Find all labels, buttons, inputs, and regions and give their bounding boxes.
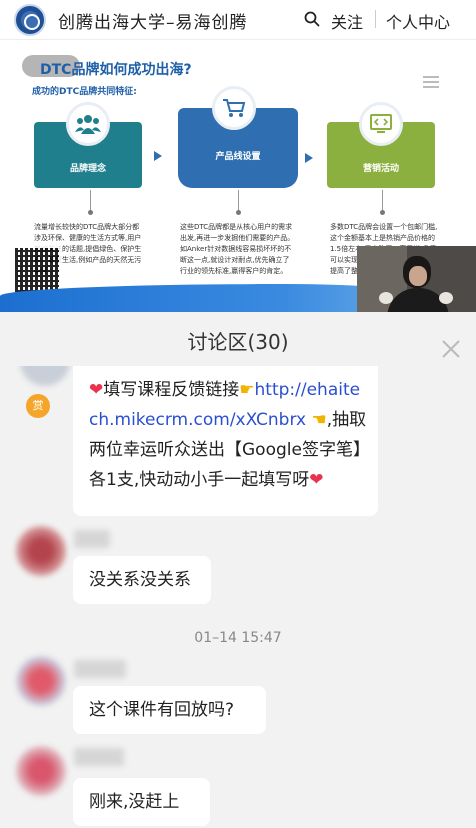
- search-icon[interactable]: [304, 11, 320, 27]
- card-label: 品牌理念: [69, 164, 106, 174]
- message-text: 填写课程反馈链接: [103, 380, 240, 400]
- avatar[interactable]: [16, 526, 66, 576]
- university-logo-icon[interactable]: [14, 4, 46, 36]
- top-header: 创腾出海大学–易海创腾 关注 个人中心: [0, 0, 476, 40]
- slide-column-text: 这些DTC品牌都是从核心用户的需求出发,再进一步发掘他们需要的产品。如Anker…: [180, 223, 295, 275]
- close-icon[interactable]: [440, 338, 462, 360]
- chat-message: 这个课件有回放吗?: [73, 686, 266, 734]
- avatar[interactable]: [16, 656, 66, 706]
- personal-center-link[interactable]: 个人中心: [386, 9, 450, 33]
- pointing-hand-icon: ☛: [239, 380, 255, 400]
- connector-line: [382, 190, 383, 212]
- timestamp: 01–14 15:47: [194, 630, 282, 646]
- heart-icon: ❤: [89, 380, 104, 400]
- chat-message: 刚来,没赶上: [73, 778, 210, 826]
- chat-message: ❤填写课程反馈链接☛http://ehaitech.mikecrm.com/xX…: [73, 366, 378, 516]
- cart-icon: [212, 86, 256, 130]
- flow-arrow-icon: [154, 151, 162, 161]
- follow-button[interactable]: 关注: [331, 9, 363, 33]
- nickname: [74, 748, 124, 766]
- code-screen-icon: [359, 102, 403, 146]
- heart-icon: ❤: [309, 470, 324, 490]
- card-label: 营销活动: [362, 164, 399, 174]
- header-divider: [375, 10, 376, 28]
- flow-arrow-icon: [305, 153, 313, 163]
- nickname: [74, 530, 110, 548]
- connector-dot: [380, 210, 385, 215]
- people-icon: [66, 102, 110, 146]
- reward-badge[interactable]: 赏: [26, 394, 50, 418]
- site-title[interactable]: 创腾出海大学–易海创腾: [58, 8, 248, 33]
- connector-dot: [236, 210, 241, 215]
- discussion-header: 讨论区(30): [0, 312, 476, 366]
- pointing-hand-icon: ☚: [311, 410, 327, 430]
- microphone-icon: [439, 292, 453, 304]
- qr-code: [12, 245, 62, 295]
- slide-subtitle: 成功的DTC品牌共同特征:: [32, 87, 137, 97]
- nickname: [74, 660, 126, 678]
- connector-line: [238, 190, 239, 212]
- microphone-icon: [379, 292, 393, 304]
- slide-menu-icon[interactable]: [423, 76, 439, 88]
- avatar[interactable]: [16, 746, 66, 796]
- avatar[interactable]: [20, 366, 70, 386]
- presenter-video[interactable]: [357, 246, 476, 314]
- slide-title: DTC品牌如何成功出海?: [40, 62, 192, 78]
- card-label: 产品线设置: [215, 152, 261, 162]
- connector-dot: [88, 210, 93, 215]
- discussion-feed[interactable]: 赏 ❤填写课程反馈链接☛http://ehaitech.mikecrm.com/…: [0, 366, 476, 828]
- chat-message: 没关系没关系: [73, 556, 211, 604]
- presenter-face: [409, 266, 427, 286]
- connector-line: [90, 190, 91, 212]
- discussion-title: 讨论区(30): [187, 330, 289, 354]
